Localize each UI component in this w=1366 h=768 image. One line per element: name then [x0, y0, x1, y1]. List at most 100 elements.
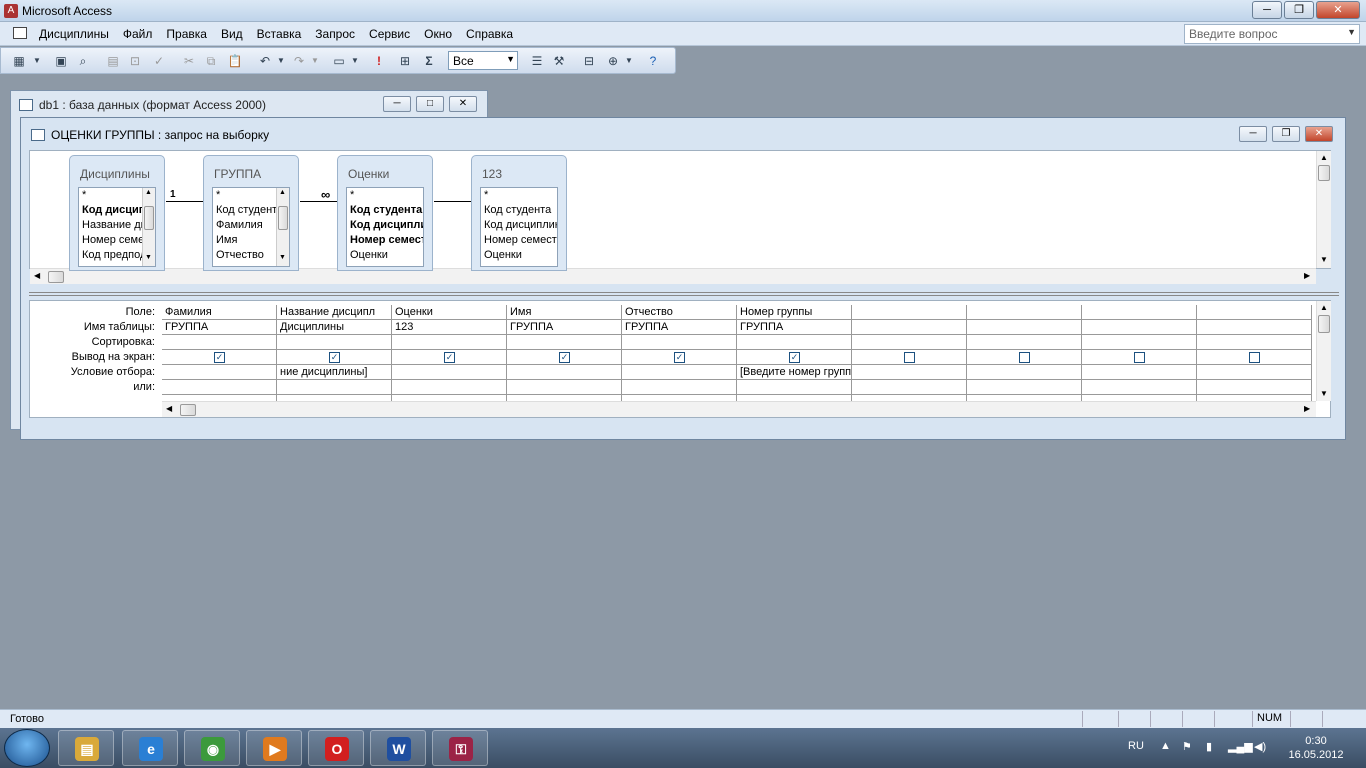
grid-cell-field[interactable]	[852, 305, 967, 320]
grid-column[interactable]: Название дисципл Дисциплины ✓ ние дисциплин…	[277, 305, 392, 401]
field-item[interactable]: Код студента	[484, 204, 551, 216]
grid-cell-criteria[interactable]	[1197, 365, 1312, 380]
grid-show-cell[interactable]	[1197, 350, 1312, 365]
spelling-icon[interactable]: ✓	[151, 53, 167, 69]
field-item[interactable]: Номер семестра	[484, 234, 557, 246]
grid-show-cell[interactable]	[852, 350, 967, 365]
field-list[interactable]: 123 * Код студента Код дисциплины Номер семе…	[471, 155, 567, 271]
restore-button[interactable]: ❐	[1284, 1, 1314, 19]
field-item[interactable]: *	[82, 189, 86, 201]
grid-column[interactable]	[852, 305, 967, 401]
start-button[interactable]	[4, 729, 50, 767]
query-restore-button[interactable]: ❐	[1272, 126, 1300, 142]
scroll-thumb[interactable]	[180, 404, 196, 416]
show-checkbox[interactable]: ✓	[559, 352, 570, 363]
grid-cell-or[interactable]	[162, 380, 277, 395]
show-checkbox[interactable]: ✓	[444, 352, 455, 363]
signal-icon[interactable]: ▂▄▆	[1228, 740, 1253, 753]
show-checkbox[interactable]	[1134, 352, 1145, 363]
query-type-icon[interactable]: ▭	[331, 53, 347, 69]
field-item[interactable]: Код студента	[350, 204, 422, 216]
grid-vscroll[interactable]: ▲ ▼	[1316, 301, 1331, 401]
taskbar-word-button[interactable]: W	[370, 730, 426, 766]
grid-cell-sort[interactable]	[162, 335, 277, 350]
grid-cell-criteria[interactable]: ние дисциплины]	[277, 365, 392, 380]
design-grid[interactable]: Фамилия ГРУППА ✓ Название дисципл Дисциплины…	[162, 305, 1317, 401]
grid-cell-sort[interactable]	[392, 335, 507, 350]
grid-cell-criteria[interactable]: [Введите номер групп	[737, 365, 852, 380]
grid-hscroll[interactable]: ◀ ▶	[162, 401, 1316, 417]
scroll-thumb[interactable]	[1318, 315, 1330, 333]
grid-cell-or[interactable]	[392, 380, 507, 395]
chevron-down-icon[interactable]: ▼	[145, 254, 152, 261]
chevron-up-icon[interactable]: ▲	[1320, 303, 1328, 312]
minimize-button[interactable]: ─	[1252, 1, 1282, 19]
chevron-down-icon[interactable]: ▼	[1320, 255, 1328, 264]
table-pane-vscroll[interactable]: ▲ ▼	[1316, 151, 1331, 268]
menu-item[interactable]: Правка	[159, 27, 214, 41]
taskbar-ie-button[interactable]: e	[122, 730, 178, 766]
flag-icon[interactable]: ⚑	[1182, 740, 1192, 753]
menu-item[interactable]: Файл	[116, 27, 160, 41]
grid-show-cell[interactable]: ✓	[392, 350, 507, 365]
grid-cell-table[interactable]: 123	[392, 320, 507, 335]
grid-cell-field[interactable]: Фамилия	[162, 305, 277, 320]
help-icon[interactable]: ?	[645, 53, 661, 69]
grid-cell-criteria[interactable]	[967, 365, 1082, 380]
grid-column[interactable]: Имя ГРУППА ✓	[507, 305, 622, 401]
taskbar-chrome-button[interactable]: ◉	[184, 730, 240, 766]
chevron-right-icon[interactable]: ▶	[1304, 271, 1310, 280]
grid-cell-sort[interactable]	[737, 335, 852, 350]
menu-item[interactable]: Вставка	[250, 27, 309, 41]
grid-cell-criteria[interactable]	[1082, 365, 1197, 380]
menu-item[interactable]: Справка	[459, 27, 520, 41]
system-clock[interactable]: 0:30 16.05.2012	[1286, 734, 1346, 762]
grid-cell-or[interactable]	[1082, 380, 1197, 395]
copy-icon[interactable]: ⧉	[203, 53, 219, 69]
grid-cell-table[interactable]: ГРУППА	[737, 320, 852, 335]
menu-item[interactable]: Вид	[214, 27, 250, 41]
relationship-line[interactable]	[300, 201, 338, 202]
chevron-up-icon[interactable]: ▲	[1160, 740, 1171, 752]
grid-show-cell[interactable]: ✓	[622, 350, 737, 365]
show-checkbox[interactable]	[1019, 352, 1030, 363]
grid-show-cell[interactable]	[967, 350, 1082, 365]
scroll-thumb[interactable]	[1318, 165, 1330, 181]
chevron-down-icon[interactable]: ▼	[621, 53, 637, 69]
close-button[interactable]: ✕	[1316, 1, 1360, 19]
relationship-line[interactable]	[166, 201, 204, 202]
grid-cell-sort[interactable]	[507, 335, 622, 350]
grid-column[interactable]: Номер группы ГРУППА ✓ [Введите номер групп	[737, 305, 852, 401]
grid-cell-criteria[interactable]	[852, 365, 967, 380]
field-listbox[interactable]: * Код студента Код дисциплины Номер семестр…	[480, 187, 558, 267]
grid-cell-field[interactable]: Номер группы	[737, 305, 852, 320]
chevron-left-icon[interactable]: ◀	[34, 271, 40, 280]
database-window-icon[interactable]: ⊟	[581, 53, 597, 69]
taskbar-media-button[interactable]: ▶	[246, 730, 302, 766]
query-minimize-button[interactable]: ─	[1239, 126, 1267, 142]
field-list[interactable]: Оценки * Код студента Код дисциплины Номер с…	[337, 155, 433, 271]
grid-cell-field[interactable]	[1197, 305, 1312, 320]
grid-cell-criteria[interactable]	[162, 365, 277, 380]
field-item[interactable]: Оценки	[350, 249, 388, 261]
taskbar-access-button[interactable]: ⚿	[432, 730, 488, 766]
paste-icon[interactable]: 📋	[227, 53, 243, 69]
grid-cell-field[interactable]: Отчество	[622, 305, 737, 320]
pane-splitter[interactable]	[29, 292, 1339, 296]
grid-cell-sort[interactable]	[1197, 335, 1312, 350]
show-checkbox[interactable]: ✓	[674, 352, 685, 363]
grid-cell-or[interactable]	[737, 380, 852, 395]
grid-cell-field[interactable]	[967, 305, 1082, 320]
grid-cell-criteria[interactable]	[622, 365, 737, 380]
field-item[interactable]: Номер семестра	[350, 234, 423, 246]
field-item[interactable]: *	[484, 189, 488, 201]
field-item[interactable]: *	[216, 189, 220, 201]
grid-show-cell[interactable]: ✓	[507, 350, 622, 365]
menu-item[interactable]: Сервис	[362, 27, 417, 41]
grid-cell-criteria[interactable]	[392, 365, 507, 380]
grid-column[interactable]	[967, 305, 1082, 401]
chevron-up-icon[interactable]: ▲	[1320, 153, 1328, 162]
grid-show-cell[interactable]: ✓	[277, 350, 392, 365]
menu-item[interactable]: Дисциплины	[32, 27, 116, 41]
field-list-title[interactable]: Дисциплины	[80, 167, 150, 181]
